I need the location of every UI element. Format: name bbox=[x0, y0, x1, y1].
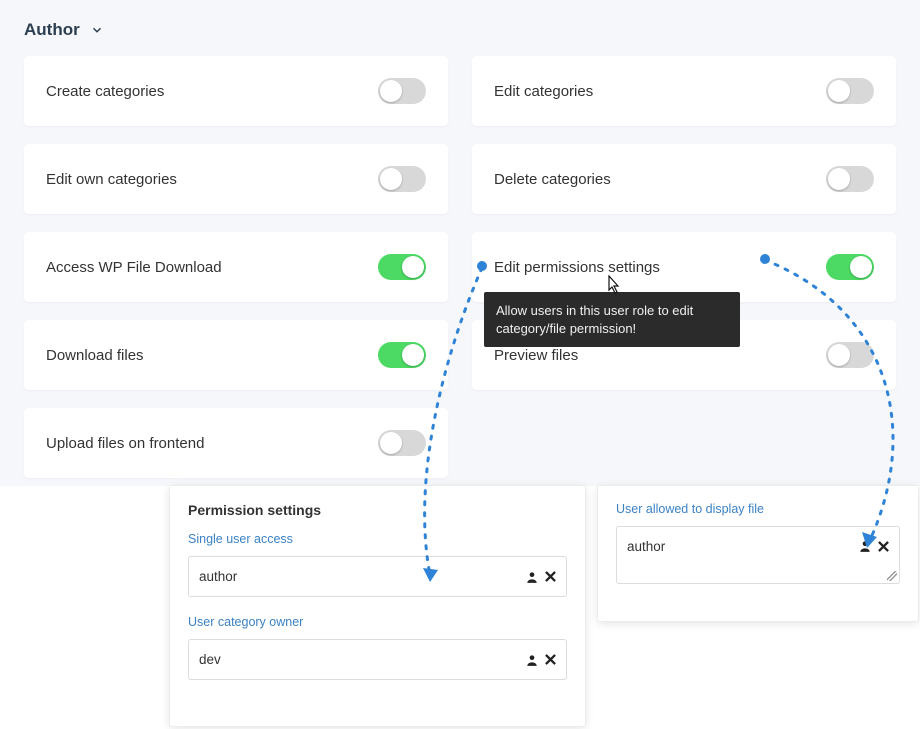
perm-label: Edit own categories bbox=[46, 171, 177, 188]
toggle-delete-categories[interactable] bbox=[826, 166, 874, 192]
single-user-access-input[interactable]: author bbox=[188, 556, 567, 597]
user-allowed-panel: User allowed to display file author bbox=[598, 486, 918, 621]
single-user-value: author bbox=[199, 569, 237, 584]
toggle-download-files[interactable] bbox=[378, 342, 426, 368]
toggle-edit-categories[interactable] bbox=[826, 78, 874, 104]
perm-label: Delete categories bbox=[494, 171, 611, 188]
chevron-down-icon bbox=[90, 23, 104, 37]
tooltip-text: Allow users in this user role to edit ca… bbox=[496, 303, 693, 336]
person-icon[interactable] bbox=[858, 539, 872, 553]
permissions-region: Author Create categories Edit categories… bbox=[0, 0, 920, 478]
user-allowed-value: author bbox=[627, 539, 665, 554]
perm-label: Edit permissions settings bbox=[494, 259, 660, 276]
user-category-owner-label: User category owner bbox=[188, 615, 567, 629]
perm-label: Upload files on frontend bbox=[46, 435, 204, 452]
cursor-icon bbox=[604, 275, 622, 297]
perm-delete-categories: Delete categories bbox=[472, 144, 896, 214]
remove-icon[interactable] bbox=[545, 654, 556, 665]
perm-download-files: Download files bbox=[24, 320, 448, 390]
annotation-dot bbox=[477, 261, 487, 271]
toggle-access-wpfd[interactable] bbox=[378, 254, 426, 280]
role-dropdown-label: Author bbox=[24, 20, 80, 40]
user-allowed-input[interactable]: author bbox=[616, 526, 900, 584]
permission-settings-panel: Permission settings Single user access a… bbox=[170, 486, 585, 726]
annotation-dot bbox=[760, 254, 770, 264]
remove-icon[interactable] bbox=[545, 571, 556, 582]
toggle-create-categories[interactable] bbox=[378, 78, 426, 104]
remove-icon[interactable] bbox=[878, 541, 889, 552]
perm-create-categories: Create categories bbox=[24, 56, 448, 126]
person-icon[interactable] bbox=[525, 570, 539, 584]
perm-label: Download files bbox=[46, 347, 144, 364]
user-category-owner-input[interactable]: dev bbox=[188, 639, 567, 680]
toggle-edit-permissions-settings[interactable] bbox=[826, 254, 874, 280]
owner-value: dev bbox=[199, 652, 221, 667]
tooltip-edit-permissions: Allow users in this user role to edit ca… bbox=[484, 292, 740, 347]
perm-label: Access WP File Download bbox=[46, 259, 222, 276]
perm-label: Edit categories bbox=[494, 83, 593, 100]
single-user-access-label: Single user access bbox=[188, 532, 567, 546]
perm-edit-categories: Edit categories bbox=[472, 56, 896, 126]
perm-access-wpfd: Access WP File Download bbox=[24, 232, 448, 302]
toggle-edit-own-categories[interactable] bbox=[378, 166, 426, 192]
panel-title: Permission settings bbox=[188, 502, 567, 518]
person-icon[interactable] bbox=[525, 653, 539, 667]
perm-label: Preview files bbox=[494, 347, 578, 364]
perm-edit-own-categories: Edit own categories bbox=[24, 144, 448, 214]
role-dropdown[interactable]: Author bbox=[24, 18, 104, 42]
toggle-preview-files[interactable] bbox=[826, 342, 874, 368]
perm-upload-files-frontend: Upload files on frontend bbox=[24, 408, 448, 478]
perm-label: Create categories bbox=[46, 83, 164, 100]
user-allowed-label: User allowed to display file bbox=[616, 502, 900, 516]
toggle-upload-files-frontend[interactable] bbox=[378, 430, 426, 456]
permissions-grid: Create categories Edit categories Edit o… bbox=[24, 56, 896, 478]
